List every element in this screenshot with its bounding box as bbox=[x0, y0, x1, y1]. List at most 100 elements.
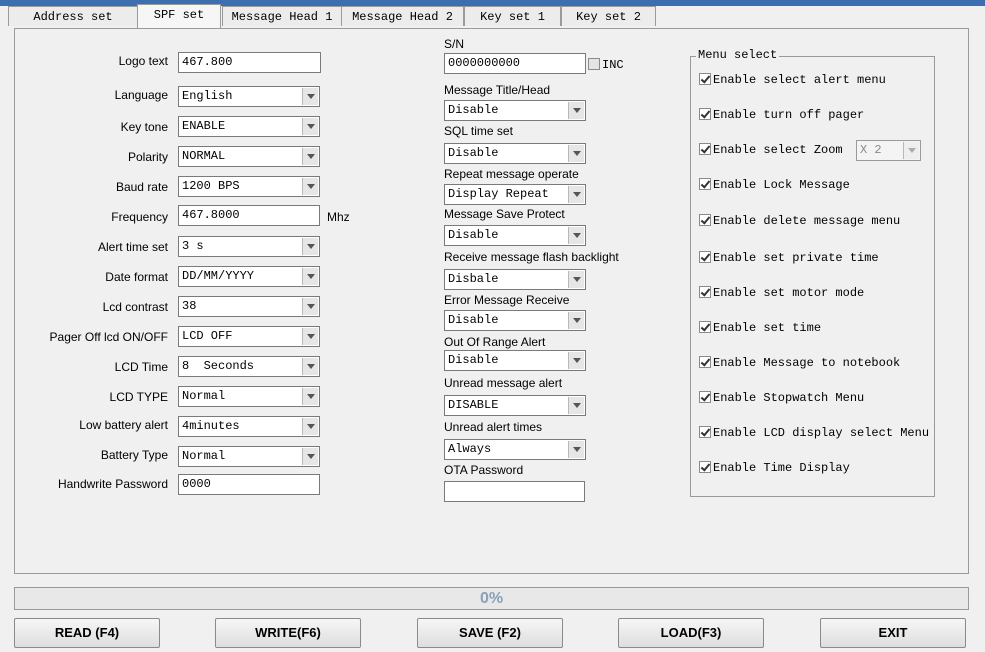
chevron-down-icon[interactable] bbox=[568, 102, 584, 119]
chevron-down-icon[interactable] bbox=[568, 352, 584, 369]
read-button[interactable]: READ (F4) bbox=[14, 618, 160, 648]
chevron-down-icon[interactable] bbox=[302, 418, 318, 435]
write-button[interactable]: WRITE(F6) bbox=[215, 618, 361, 648]
tab-address-set[interactable]: Address set bbox=[8, 6, 138, 26]
chevron-down-icon[interactable] bbox=[302, 88, 318, 105]
lcd-contrast-select[interactable]: 38 bbox=[178, 296, 320, 317]
logo-text-input[interactable]: 467.800 bbox=[178, 52, 321, 73]
tab-message-head-2[interactable]: Message Head 2 bbox=[341, 6, 464, 26]
tab-bar: Address set SPF set Message Head 1 Messa… bbox=[0, 4, 985, 28]
lcd-time-value: 8 Seconds bbox=[182, 359, 255, 373]
exit-button[interactable]: EXIT bbox=[820, 618, 966, 648]
chevron-down-icon[interactable] bbox=[568, 312, 584, 329]
checkbox-lcd-display-select-menu[interactable]: Enable LCD display select Menu bbox=[699, 426, 929, 440]
unread-alert-value: DISABLE bbox=[448, 398, 499, 412]
checkbox-box[interactable] bbox=[699, 356, 711, 368]
chevron-down-icon[interactable] bbox=[302, 148, 318, 165]
polarity-select[interactable]: NORMAL bbox=[178, 146, 320, 167]
message-title-select[interactable]: Disable bbox=[444, 100, 586, 121]
chevron-down-icon[interactable] bbox=[302, 298, 318, 315]
checkbox-box[interactable] bbox=[699, 108, 711, 120]
save-protect-select[interactable]: Disable bbox=[444, 225, 586, 246]
chevron-down-icon[interactable] bbox=[302, 178, 318, 195]
chevron-down-icon[interactable] bbox=[302, 388, 318, 405]
tab-spf-set[interactable]: SPF set bbox=[137, 4, 221, 28]
unread-alert-label: Unread message alert bbox=[444, 376, 563, 390]
checkbox-time-display[interactable]: Enable Time Display bbox=[699, 461, 850, 475]
date-format-select[interactable]: DD/MM/YYYY bbox=[178, 266, 320, 287]
key-tone-select[interactable]: ENABLE bbox=[178, 116, 320, 137]
inc-checkbox[interactable]: INC bbox=[588, 58, 624, 72]
lcd-type-value: Normal bbox=[182, 389, 226, 403]
frequency-input[interactable]: 467.8000 bbox=[178, 205, 320, 226]
ota-password-input[interactable] bbox=[444, 481, 585, 502]
checkbox-box[interactable] bbox=[699, 461, 711, 473]
ota-password-label: OTA Password bbox=[444, 463, 524, 477]
save-button[interactable]: SAVE (F2) bbox=[417, 618, 563, 648]
chevron-down-icon[interactable] bbox=[302, 238, 318, 255]
checkbox-set-private-time[interactable]: Enable set private time bbox=[699, 251, 879, 265]
chevron-down-icon[interactable] bbox=[302, 268, 318, 285]
out-of-range-select[interactable]: Disable bbox=[444, 350, 586, 371]
battery-type-select[interactable]: Normal bbox=[178, 446, 320, 467]
lcd-time-label: LCD Time bbox=[114, 360, 168, 374]
checkbox-box[interactable] bbox=[699, 251, 711, 263]
chevron-down-icon[interactable] bbox=[568, 186, 584, 203]
load-button[interactable]: LOAD(F3) bbox=[618, 618, 764, 648]
chevron-down-icon[interactable] bbox=[568, 271, 584, 288]
checkbox-box[interactable] bbox=[699, 321, 711, 333]
tab-message-head-1[interactable]: Message Head 1 bbox=[222, 6, 342, 26]
frequency-label: Frequency bbox=[111, 210, 168, 224]
chevron-down-icon[interactable] bbox=[568, 397, 584, 414]
polarity-label: Polarity bbox=[127, 150, 168, 164]
save-protect-label: Message Save Protect bbox=[444, 207, 565, 221]
checkbox-box[interactable] bbox=[699, 143, 711, 155]
pager-off-lcd-value: LCD OFF bbox=[182, 329, 233, 343]
zoom-select[interactable]: X 2 bbox=[856, 140, 921, 161]
checkbox-box[interactable] bbox=[699, 391, 711, 403]
checkbox-turn-off-pager[interactable]: Enable turn off pager bbox=[699, 108, 864, 122]
chevron-down-icon[interactable] bbox=[302, 118, 318, 135]
handwrite-password-input[interactable]: 0000 bbox=[178, 474, 320, 495]
checkbox-lock-message[interactable]: Enable Lock Message bbox=[699, 178, 850, 192]
checkbox-select-alert-menu[interactable]: Enable select alert menu bbox=[699, 73, 886, 87]
checkbox-message-to-notebook[interactable]: Enable Message to notebook bbox=[699, 356, 900, 370]
alert-time-select[interactable]: 3 s bbox=[178, 236, 320, 257]
checkbox-select-zoom[interactable]: Enable select Zoom bbox=[699, 143, 843, 157]
tab-key-set-2[interactable]: Key set 2 bbox=[561, 6, 656, 26]
checkbox-stopwatch-menu[interactable]: Enable Stopwatch Menu bbox=[699, 391, 864, 405]
checkbox-box[interactable] bbox=[588, 58, 600, 70]
chevron-down-icon[interactable] bbox=[568, 441, 584, 458]
tab-key-set-1[interactable]: Key set 1 bbox=[464, 6, 561, 26]
sn-input[interactable]: 0000000000 bbox=[444, 53, 586, 74]
lcd-type-select[interactable]: Normal bbox=[178, 386, 320, 407]
checkbox-set-motor-mode[interactable]: Enable set motor mode bbox=[699, 286, 864, 300]
checkbox-box[interactable] bbox=[699, 286, 711, 298]
chevron-down-icon[interactable] bbox=[302, 358, 318, 375]
checkbox-box[interactable] bbox=[699, 178, 711, 190]
baud-rate-select[interactable]: 1200 BPS bbox=[178, 176, 320, 197]
chevron-down-icon[interactable] bbox=[302, 328, 318, 345]
chevron-down-icon[interactable] bbox=[302, 448, 318, 465]
checkbox-box[interactable] bbox=[699, 426, 711, 438]
flash-backlight-select[interactable]: Disbale bbox=[444, 269, 586, 290]
error-message-select[interactable]: Disable bbox=[444, 310, 586, 331]
repeat-message-select[interactable]: Display Repeat bbox=[444, 184, 586, 205]
chevron-down-icon[interactable] bbox=[903, 142, 919, 159]
checkbox-label: Enable Message to notebook bbox=[713, 356, 901, 370]
unread-times-select[interactable]: Always bbox=[444, 439, 586, 460]
checkbox-set-time[interactable]: Enable set time bbox=[699, 321, 821, 335]
chevron-down-icon[interactable] bbox=[568, 227, 584, 244]
sql-time-select[interactable]: Disable bbox=[444, 143, 586, 164]
lcd-time-select[interactable]: 8 Seconds bbox=[178, 356, 320, 377]
low-battery-select[interactable]: 4minutes bbox=[178, 416, 320, 437]
language-select[interactable]: English bbox=[178, 86, 320, 107]
unread-alert-select[interactable]: DISABLE bbox=[444, 395, 586, 416]
baud-rate-label: Baud rate bbox=[115, 180, 168, 194]
pager-off-lcd-select[interactable]: LCD OFF bbox=[178, 326, 320, 347]
checkbox-label: Enable turn off pager bbox=[713, 108, 865, 122]
chevron-down-icon[interactable] bbox=[568, 145, 584, 162]
checkbox-delete-message-menu[interactable]: Enable delete message menu bbox=[699, 214, 900, 228]
checkbox-box[interactable] bbox=[699, 73, 711, 85]
checkbox-box[interactable] bbox=[699, 214, 711, 226]
